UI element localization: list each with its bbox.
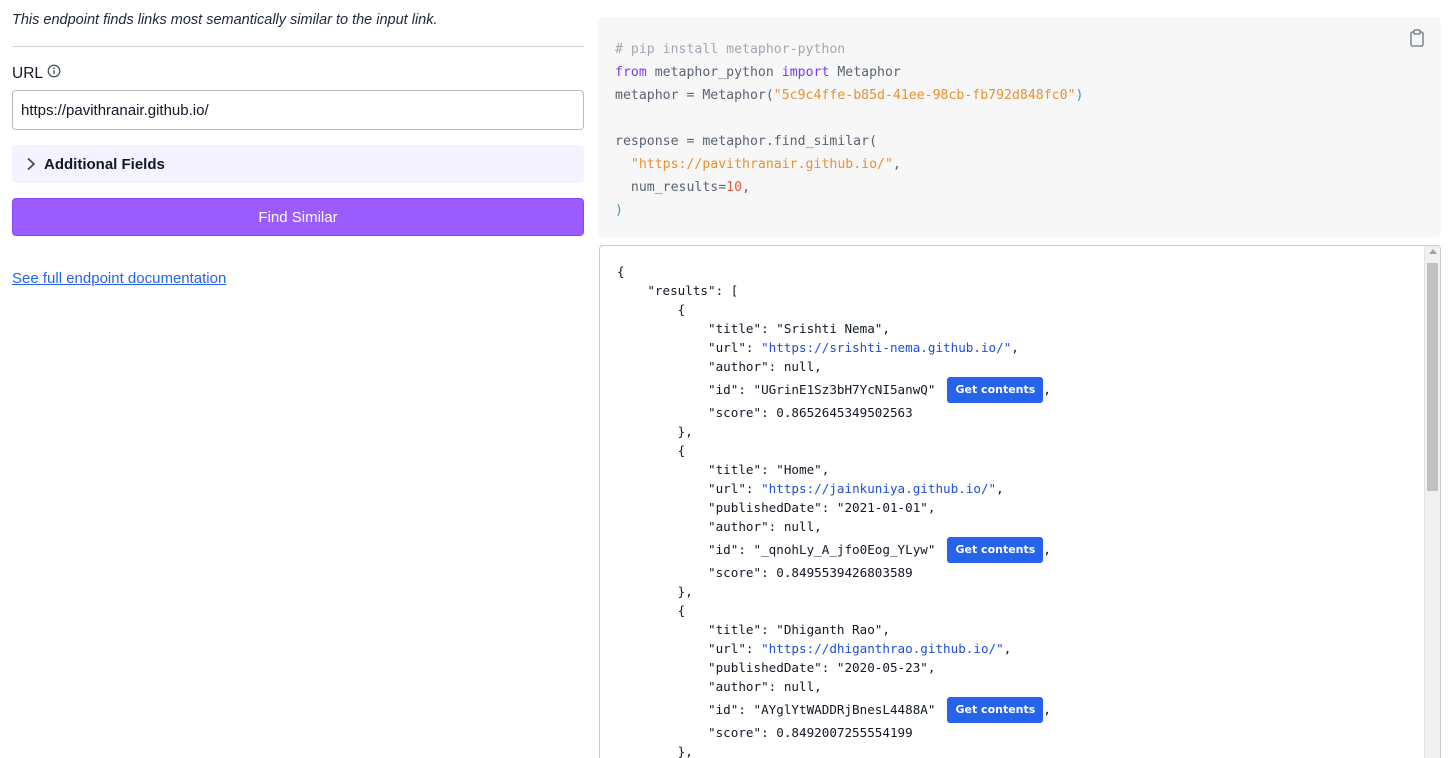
json-response-panel[interactable]: { "results": [ { "title": "Srishti Nema"…: [599, 245, 1441, 758]
code-snippet-panel: # pip install metaphor-python from metaph…: [598, 17, 1441, 237]
code-comma: ,: [742, 180, 751, 195]
json-results-key: "results": [: [647, 283, 739, 298]
code-keyword-import: import: [781, 65, 830, 80]
json-id-line: "id": "_qnohLy_A_jfo0Eog_YLyw" Get conten…: [617, 536, 1051, 563]
code-keyword-from: from: [615, 65, 647, 80]
divider: [12, 46, 584, 47]
code-num-results-value: 10: [726, 180, 743, 195]
url-label-row: URL: [12, 64, 61, 83]
json-object-open: {: [617, 302, 686, 317]
json-published-date-line: "publishedDate": "2020-05-23",: [708, 660, 936, 675]
json-url-line: "url": "https://srishti-nema.github.io/"…: [708, 338, 1019, 357]
json-url-value[interactable]: "https://srishti-nema.github.io/": [761, 338, 1011, 357]
code-num-results-key: num_results=: [630, 180, 727, 195]
info-icon[interactable]: [47, 64, 61, 78]
code-module: metaphor_python: [646, 65, 782, 80]
code-call: response = metaphor.find_similar(: [615, 134, 878, 149]
get-contents-button[interactable]: Get contents: [947, 696, 1044, 723]
additional-fields-toggle[interactable]: Additional Fields: [12, 145, 584, 183]
json-author-line: "author": null,: [708, 679, 822, 694]
json-title-line: "title": "Home",: [708, 462, 830, 477]
json-id-line: "id": "UGrinE1Sz3bH7YcNI5anwQ" Get conten…: [617, 376, 1051, 403]
code-url-arg: "https://pavithranair.github.io/": [630, 157, 893, 172]
chevron-right-icon: [27, 157, 36, 171]
json-score-line: "score": 0.8495539426803589: [708, 565, 913, 580]
documentation-link[interactable]: See full endpoint documentation: [12, 270, 226, 287]
url-label: URL: [12, 65, 44, 82]
json-published-date-line: "publishedDate": "2021-01-01",: [708, 500, 936, 515]
code-comment: # pip install metaphor-python: [615, 42, 846, 57]
endpoint-description: This endpoint finds links most semantica…: [12, 12, 438, 28]
json-url-line: "url": "https://dhiganthrao.github.io/",: [708, 639, 1012, 658]
json-score-line: "score": 0.8652645349502563: [708, 405, 913, 420]
additional-fields-label: Additional Fields: [44, 155, 165, 173]
json-id-line: "id": "AYglYtWADDRjBnesL4488A" Get conten…: [617, 696, 1051, 723]
json-object-open: {: [617, 603, 686, 618]
find-similar-button[interactable]: Find Similar: [12, 198, 584, 236]
code-close-paren: ): [615, 203, 623, 218]
url-input[interactable]: [12, 90, 584, 130]
json-url-value[interactable]: "https://jainkuniya.github.io/": [761, 479, 996, 498]
json-object-close: },: [617, 744, 693, 758]
json-author-line: "author": null,: [708, 359, 822, 374]
code-comma: ,: [892, 157, 901, 172]
json-object-open: {: [617, 443, 686, 458]
json-url-value[interactable]: "https://dhiganthrao.github.io/": [761, 639, 1004, 658]
code-paren: ): [1075, 88, 1084, 103]
scroll-up-arrow-icon[interactable]: [1429, 249, 1437, 254]
json-score-line: "score": 0.8492007255554199: [708, 725, 913, 740]
vertical-scrollbar[interactable]: [1424, 246, 1440, 758]
get-contents-button[interactable]: Get contents: [947, 536, 1044, 563]
json-open-brace: {: [617, 264, 625, 279]
code-class: Metaphor: [829, 65, 901, 80]
code-assign: metaphor = Metaphor(: [615, 88, 774, 103]
json-url-line: "url": "https://jainkuniya.github.io/",: [708, 479, 1004, 498]
json-object-close: },: [617, 584, 693, 599]
json-content: { "results": [ { "title": "Srishti Nema"…: [617, 262, 1051, 758]
json-author-line: "author": null,: [708, 519, 822, 534]
json-object-close: },: [617, 424, 693, 439]
code-api-key: "5c9c4ffe-b85d-41ee-98cb-fb792d848fc0": [773, 88, 1076, 103]
get-contents-button[interactable]: Get contents: [947, 376, 1044, 403]
json-title-line: "title": "Srishti Nema",: [708, 321, 890, 336]
clipboard-icon[interactable]: [1409, 29, 1425, 47]
code-block: # pip install metaphor-python from metaph…: [615, 38, 1083, 222]
scrollbar-thumb[interactable]: [1427, 263, 1438, 491]
json-title-line: "title": "Dhiganth Rao",: [708, 622, 890, 637]
